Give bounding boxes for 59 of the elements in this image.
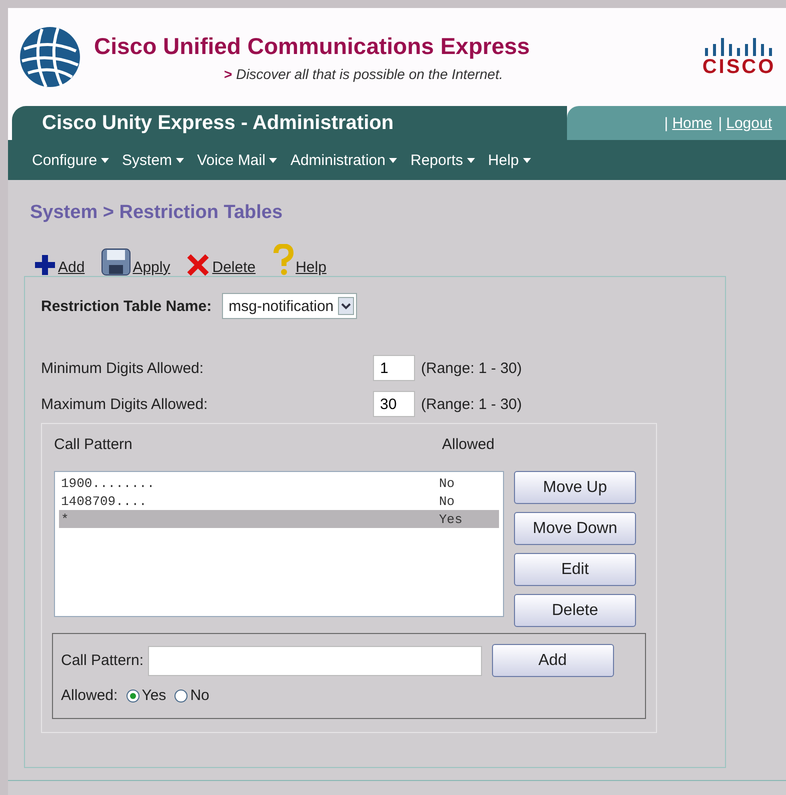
toolbar-link[interactable]: Delete (212, 259, 256, 276)
allowed-text: Yes (439, 512, 462, 526)
field-label: Call Pattern: (61, 652, 144, 669)
pattern-row[interactable]: * Yes (59, 510, 499, 528)
digits-input[interactable]: 1 (373, 355, 415, 381)
pattern-list[interactable]: 1900........ No 1408709.... No * Yes (54, 471, 504, 617)
field-label: Maximum Digits Allowed: (41, 396, 209, 412)
tagline: Discover all that is possible on the Internet. (236, 66, 503, 82)
radio-label: Yes (142, 687, 166, 704)
caret-icon (101, 158, 110, 162)
column-header: Allowed (442, 436, 495, 453)
radio-button[interactable] (126, 688, 140, 702)
list-button[interactable]: Move Up (514, 471, 636, 504)
radio-label: No (190, 687, 210, 704)
radio-button[interactable] (174, 688, 188, 702)
toolbar-link[interactable]: Help (296, 259, 326, 276)
product-title: Cisco Unified Communications Express (94, 32, 530, 60)
plus-icon (34, 254, 56, 276)
menu-item[interactable]: Help (488, 152, 531, 168)
call-pattern-input[interactable] (148, 646, 482, 676)
toolbar-link[interactable]: Apply (132, 259, 170, 276)
pattern-text: 1900........ (61, 476, 156, 490)
add-button[interactable]: Add (492, 644, 614, 677)
column-header: Call Pattern (54, 436, 134, 453)
pattern-row[interactable]: 1900........ No (59, 474, 499, 492)
menu-item[interactable]: Voice Mail (197, 152, 278, 168)
allowed-text: No (439, 476, 455, 490)
caret-icon (269, 158, 278, 162)
caret-icon (176, 158, 184, 162)
allowed-text: No (439, 494, 455, 508)
link-separator: | (664, 114, 668, 132)
menu-item[interactable]: Configure (32, 152, 110, 168)
range-hint: (Range: 1 - 30) (421, 396, 522, 412)
question-mark-icon (272, 244, 294, 276)
digits-input[interactable]: 30 (373, 391, 415, 417)
pattern-text: * (61, 512, 70, 526)
menu-item[interactable]: System (122, 152, 184, 168)
caret-icon (522, 158, 531, 162)
globe-logo-icon (18, 25, 82, 89)
list-button[interactable]: Move Down (514, 512, 636, 545)
range-hint: (Range: 1 - 30) (421, 360, 522, 376)
toolbar-link[interactable]: Add (58, 259, 85, 276)
list-button[interactable]: Delete (514, 594, 636, 627)
breadcrumb: System > Restriction Tables (30, 202, 284, 224)
caret-icon (467, 158, 476, 162)
list-button[interactable]: Edit (514, 553, 636, 586)
link-separator: | (718, 114, 722, 132)
field-label: Restriction Table Name: (41, 298, 212, 314)
delete-x-icon (186, 254, 210, 276)
table-name-dropdown[interactable]: msg-notification (222, 293, 357, 319)
field-label: Minimum Digits Allowed: (41, 360, 205, 376)
brand-name: CISCO (702, 56, 776, 78)
menu-item[interactable]: Reports (410, 152, 476, 168)
field-label: Allowed: (61, 687, 118, 704)
menu-item[interactable]: Administration (290, 152, 398, 168)
tagline-marker: > (224, 66, 232, 82)
pattern-text: 1408709.... (61, 494, 148, 508)
pattern-row[interactable]: 1408709.... No (59, 492, 499, 510)
caret-icon (389, 158, 398, 162)
